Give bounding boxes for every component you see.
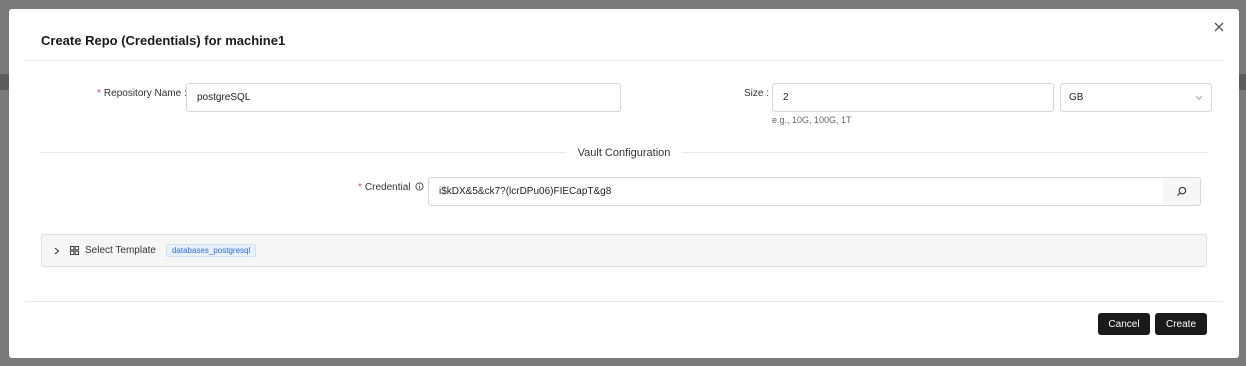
size-unit-value: GB [1069,92,1084,103]
size-label: Size : [744,88,770,99]
section-divider-left [41,152,566,153]
grid-icon [70,246,80,256]
modal-title: Create Repo (Credentials) for machine1 [41,33,286,48]
chevron-down-icon [1195,95,1203,100]
close-icon [1214,22,1224,32]
cancel-button[interactable]: Cancel [1098,313,1150,335]
repository-name-label: * Repository Name : [97,88,187,99]
search-icon [1176,186,1187,197]
create-repo-modal: Create Repo (Credentials) for machine1 *… [9,9,1239,358]
chevron-right-icon [52,246,62,256]
template-tag: databases_postgresql [165,244,257,257]
repository-name-input[interactable] [186,83,621,112]
section-divider-right [682,152,1207,153]
create-button[interactable]: Create [1155,313,1207,335]
close-button[interactable] [1211,19,1227,35]
backdrop-left [0,74,9,90]
size-hint: e.g., 10G, 100G, 1T [772,115,852,125]
footer-divider [25,301,1223,302]
select-template-panel[interactable]: Select Template databases_postgresql [41,234,1207,267]
credential-search-button[interactable] [1163,177,1201,206]
size-unit-select[interactable]: GB [1060,83,1212,112]
header-divider [25,60,1223,61]
credential-label: *Credential : [358,182,430,193]
vault-configuration-title: Vault Configuration [569,147,679,159]
size-input[interactable] [772,83,1054,112]
credential-input[interactable] [428,177,1164,206]
info-circle-icon[interactable] [415,182,424,191]
select-template-label: Select Template [85,245,156,256]
